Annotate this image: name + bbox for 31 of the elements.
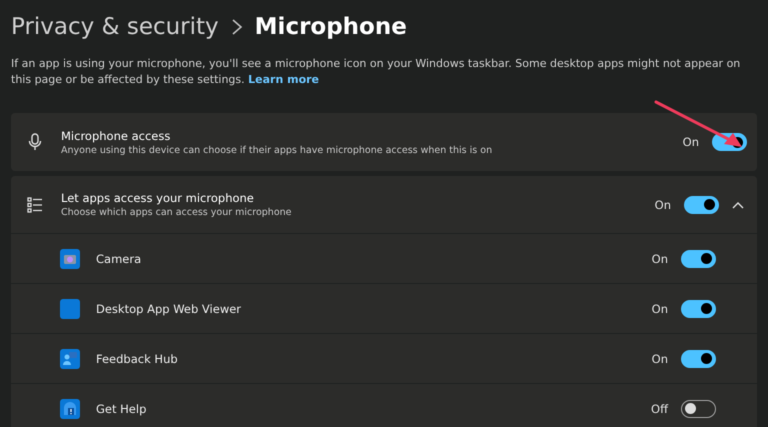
app-icon: [60, 298, 80, 318]
description-text: If an app is using your microphone, you'll see a microphone icon on your Windows taskbar. Some desktop apps might not appear on this page or be affected by these settings. Learn more: [11, 56, 742, 88]
state-label: On: [654, 198, 671, 212]
state-label: On: [652, 252, 668, 266]
toggle-switch[interactable]: [681, 400, 716, 418]
state-label: On: [682, 135, 699, 149]
microphone-icon: [27, 133, 43, 151]
toggle-switch[interactable]: [681, 350, 716, 368]
setting-title: Let apps access your microphone: [61, 191, 255, 205]
app-name: Desktop App Web Viewer: [96, 302, 242, 316]
setting-subtitle: Anyone using this device can choose if their apps have microphone access when this is on: [61, 144, 494, 156]
breadcrumb-parent[interactable]: Privacy & security: [11, 14, 219, 40]
setting-title: Microphone access: [61, 128, 172, 142]
toggle-switch[interactable]: [684, 196, 719, 214]
chevron-up-icon[interactable]: [732, 200, 744, 208]
state-label: On: [652, 352, 668, 366]
app-name: Feedback Hub: [96, 352, 179, 366]
toggle-switch[interactable]: [681, 250, 716, 268]
question-icon: [60, 398, 80, 418]
camera-icon: [60, 248, 80, 268]
list-icon: [27, 196, 43, 212]
learn-more-link[interactable]: Learn more: [248, 73, 320, 86]
page-title: Microphone: [254, 14, 407, 40]
person-icon: [60, 348, 80, 368]
setting-subtitle: Choose which apps can access your microphone: [61, 207, 292, 218]
chevron-right-icon: [230, 17, 243, 37]
toggle-switch[interactable]: [681, 300, 716, 318]
state-label: Off: [651, 402, 668, 416]
state-label: On: [652, 302, 668, 316]
app-name: Get Help: [96, 402, 148, 416]
app-name: Camera: [96, 252, 142, 266]
